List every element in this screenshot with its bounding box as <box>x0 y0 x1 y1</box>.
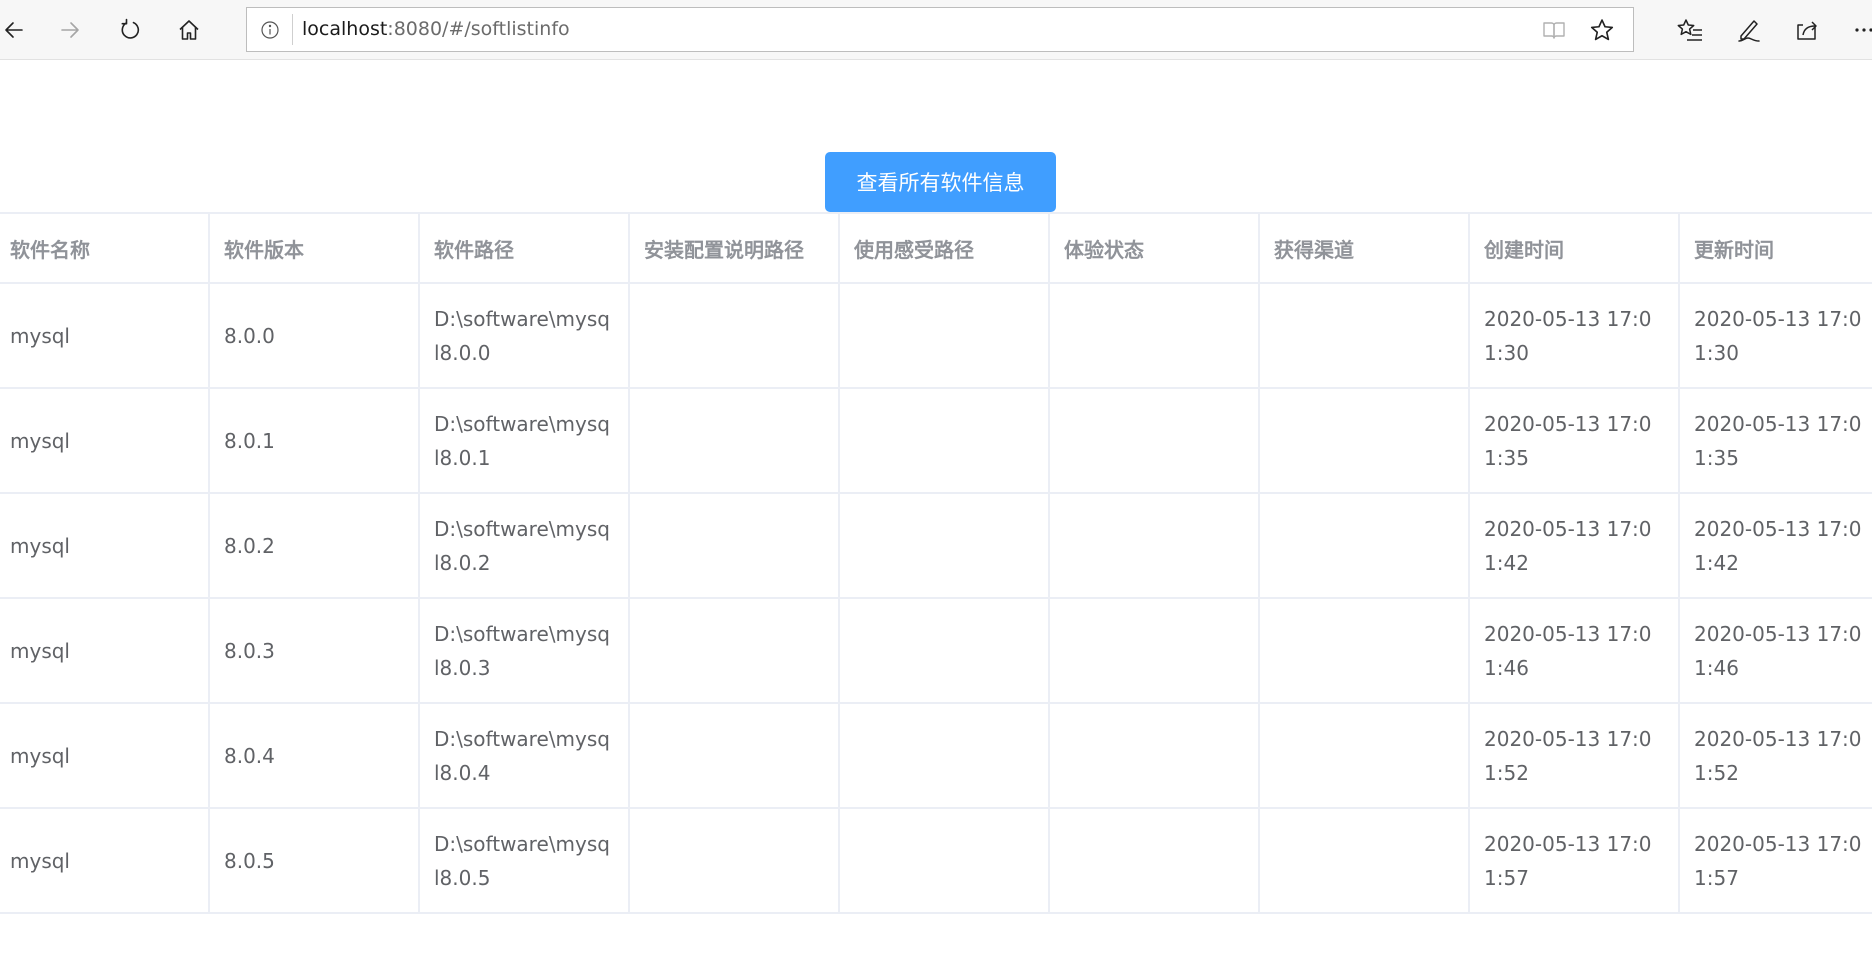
install-doc-path-cell <box>628 282 840 389</box>
experience-path-cell <box>838 492 1050 599</box>
address-separator <box>292 14 293 45</box>
path-cell: D:\software\mysql8.0.3 <box>418 597 630 704</box>
experience-status-cell <box>1048 387 1260 494</box>
source-cell <box>1258 282 1470 389</box>
web-note-button[interactable] <box>1731 12 1767 48</box>
table-header-row: 软件名称 软件版本 软件路径 安装配置说明路径 使用感受路径 体验状态 获得渠道 创建时间 更新… <box>0 212 1872 284</box>
table-row[interactable]: mysql 8.0.5 D:\software\mysql8.0.5 2020-05-… <box>0 807 1872 914</box>
experience-path-cell <box>838 387 1050 494</box>
updated-time-column-header: 更新时间 <box>1678 212 1872 284</box>
install-doc-path-cell <box>628 597 840 704</box>
info-icon[interactable] <box>259 19 281 41</box>
reading-view-icon[interactable] <box>1541 18 1567 42</box>
table-body: mysql 8.0.0 D:\software\mysql8.0.0 2020-05-… <box>0 282 1872 914</box>
path-column-header: 软件路径 <box>418 212 630 284</box>
created-time-column-header: 创建时间 <box>1468 212 1680 284</box>
name-cell: mysql <box>0 807 210 914</box>
url-path: :8080/#/softlistinfo <box>387 18 570 40</box>
updated-time-cell: 2020-05-13 17:01:42 <box>1678 492 1872 599</box>
updated-time-cell: 2020-05-13 17:01:46 <box>1678 597 1872 704</box>
updated-time-cell: 2020-05-13 17:01:52 <box>1678 702 1872 809</box>
experience-status-cell <box>1048 597 1260 704</box>
source-column-header: 获得渠道 <box>1258 212 1470 284</box>
source-cell <box>1258 387 1470 494</box>
name-cell: mysql <box>0 282 210 389</box>
name-cell: mysql <box>0 492 210 599</box>
name-column-header: 软件名称 <box>0 212 210 284</box>
software-table: 软件名称 软件版本 软件路径 安装配置说明路径 使用感受路径 体验状态 获得渠道 创建时间 更新… <box>0 212 1872 914</box>
version-cell: 8.0.1 <box>208 387 420 494</box>
updated-time-cell: 2020-05-13 17:01:35 <box>1678 387 1872 494</box>
install-doc-path-cell <box>628 702 840 809</box>
experience-status-cell <box>1048 702 1260 809</box>
updated-time-cell: 2020-05-13 17:01:57 <box>1678 807 1872 914</box>
url-text[interactable]: localhost:8080/#/softlistinfo <box>302 17 570 41</box>
more-button[interactable] <box>1846 12 1872 48</box>
install-doc-path-cell <box>628 492 840 599</box>
experience-status-cell <box>1048 282 1260 389</box>
experience-path-cell <box>838 282 1050 389</box>
path-cell: D:\software\mysql8.0.1 <box>418 387 630 494</box>
experience-path-cell <box>838 807 1050 914</box>
home-icon <box>179 20 199 40</box>
experience-path-cell <box>838 702 1050 809</box>
install-doc-path-cell <box>628 807 840 914</box>
created-time-cell: 2020-05-13 17:01:30 <box>1468 282 1680 389</box>
favorites-button[interactable] <box>1672 12 1708 48</box>
name-cell: mysql <box>0 387 210 494</box>
version-cell: 8.0.2 <box>208 492 420 599</box>
favorite-star-icon[interactable] <box>1589 17 1615 43</box>
source-cell <box>1258 597 1470 704</box>
table-row[interactable]: mysql 8.0.3 D:\software\mysql8.0.3 2020-05-… <box>0 597 1872 704</box>
version-cell: 8.0.5 <box>208 807 420 914</box>
version-cell: 8.0.3 <box>208 597 420 704</box>
experience-status-column-header: 体验状态 <box>1048 212 1260 284</box>
back-button[interactable] <box>0 10 34 50</box>
experience-status-cell <box>1048 807 1260 914</box>
browser-toolbar: localhost:8080/#/softlistinfo <box>0 0 1872 60</box>
refresh-icon <box>121 18 140 39</box>
path-cell: D:\software\mysql8.0.0 <box>418 282 630 389</box>
updated-time-cell: 2020-05-13 17:01:30 <box>1678 282 1872 389</box>
version-column-header: 软件版本 <box>208 212 420 284</box>
path-cell: D:\software\mysql8.0.4 <box>418 702 630 809</box>
more-dots-icon <box>1855 28 1872 32</box>
path-cell: D:\software\mysql8.0.2 <box>418 492 630 599</box>
share-button[interactable] <box>1790 12 1826 48</box>
forward-button[interactable] <box>50 10 90 50</box>
favorites-list-icon <box>1677 19 1702 41</box>
url-host: localhost <box>302 18 388 40</box>
version-cell: 8.0.4 <box>208 702 420 809</box>
experience-path-cell <box>838 597 1050 704</box>
arrow-right-icon <box>61 22 79 38</box>
created-time-cell: 2020-05-13 17:01:57 <box>1468 807 1680 914</box>
arrow-left-icon <box>5 22 23 38</box>
created-time-cell: 2020-05-13 17:01:52 <box>1468 702 1680 809</box>
created-time-cell: 2020-05-13 17:01:42 <box>1468 492 1680 599</box>
install-doc-path-cell <box>628 387 840 494</box>
source-cell <box>1258 492 1470 599</box>
home-button[interactable] <box>169 10 209 50</box>
pen-icon <box>1738 20 1760 42</box>
address-bar[interactable]: localhost:8080/#/softlistinfo <box>246 7 1634 52</box>
version-cell: 8.0.0 <box>208 282 420 389</box>
view-all-software-button[interactable]: 查看所有软件信息 <box>825 152 1056 212</box>
install-doc-path-column-header: 安装配置说明路径 <box>628 212 840 284</box>
source-cell <box>1258 702 1470 809</box>
share-icon <box>1797 21 1817 40</box>
experience-path-column-header: 使用感受路径 <box>838 212 1050 284</box>
created-time-cell: 2020-05-13 17:01:35 <box>1468 387 1680 494</box>
experience-status-cell <box>1048 492 1260 599</box>
table-row[interactable]: mysql 8.0.2 D:\software\mysql8.0.2 2020-05-… <box>0 492 1872 599</box>
name-cell: mysql <box>0 597 210 704</box>
source-cell <box>1258 807 1470 914</box>
refresh-button[interactable] <box>110 10 150 50</box>
table-row[interactable]: mysql 8.0.1 D:\software\mysql8.0.1 2020-05-… <box>0 387 1872 494</box>
table-row[interactable]: mysql 8.0.0 D:\software\mysql8.0.0 2020-05-… <box>0 282 1872 389</box>
table-row[interactable]: mysql 8.0.4 D:\software\mysql8.0.4 2020-05-… <box>0 702 1872 809</box>
path-cell: D:\software\mysql8.0.5 <box>418 807 630 914</box>
name-cell: mysql <box>0 702 210 809</box>
created-time-cell: 2020-05-13 17:01:46 <box>1468 597 1680 704</box>
